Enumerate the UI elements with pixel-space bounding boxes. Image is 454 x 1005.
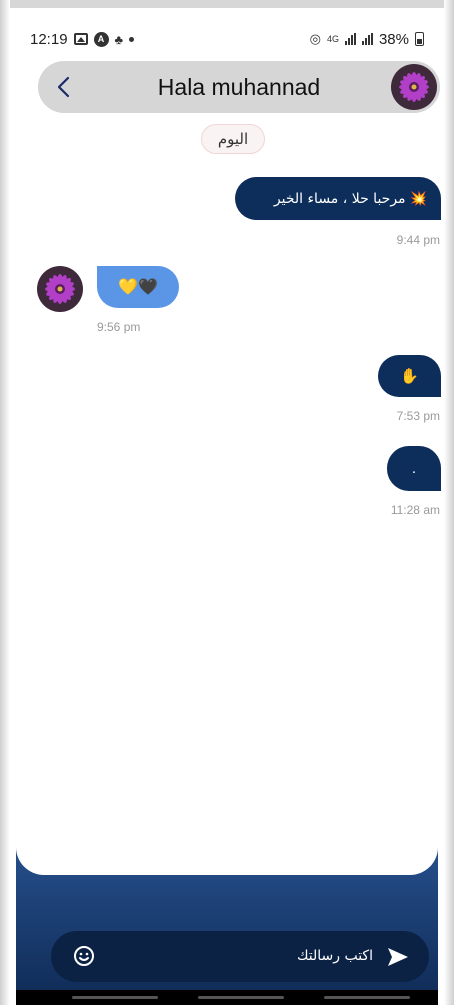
battery-percent: 38%	[378, 30, 409, 48]
nav-back-button[interactable]	[324, 996, 410, 999]
status-bar: 12:19 A ♣ ◎ 4G 38%	[30, 28, 424, 50]
smiley-icon	[74, 946, 94, 966]
message-bubble-outgoing[interactable]: ✋	[378, 355, 441, 397]
contact-avatar[interactable]	[391, 64, 437, 110]
send-button[interactable]	[385, 944, 411, 970]
hotspot-icon: ◎	[309, 31, 321, 46]
message-emoji: ✋	[400, 368, 419, 385]
chat-header: Hala muhannad	[38, 61, 440, 113]
message-input[interactable]: اكتب رسالتك	[297, 948, 373, 964]
message-time: 7:53 pm	[396, 409, 440, 423]
send-icon	[388, 948, 408, 966]
status-time: 12:19	[30, 30, 68, 48]
message-text: .	[411, 460, 417, 477]
signal-icon	[361, 33, 373, 45]
message-time: 9:56 pm	[97, 320, 141, 334]
message-composer[interactable]: اكتب رسالتك	[51, 931, 429, 982]
message-bubble-incoming[interactable]: 💛🖤	[97, 266, 179, 308]
notification-icon: ♣	[114, 31, 124, 47]
message-bubble-outgoing[interactable]: مرحبا حلا ، مساء الخير 💥	[235, 177, 441, 220]
message-emoji: 💥	[409, 190, 427, 207]
day-separator: اليوم	[201, 124, 265, 154]
flower-image	[391, 64, 437, 110]
message-text: مرحبا حلا ، مساء الخير	[273, 190, 406, 207]
frame-border	[444, 0, 454, 1005]
chat-screen: 12:19 A ♣ ◎ 4G 38% Hala muhannad اليوم م…	[0, 0, 454, 1005]
sender-avatar[interactable]	[37, 266, 83, 312]
battery-icon	[415, 32, 424, 46]
message-time: 9:44 pm	[396, 233, 440, 247]
app-notification-icon: A	[93, 31, 109, 47]
gallery-icon	[73, 33, 88, 45]
emoji-button[interactable]	[72, 944, 96, 968]
message-emoji: 💛🖤	[118, 279, 158, 296]
flower-image	[37, 266, 83, 312]
network-type-icon: 4G	[326, 34, 339, 44]
nav-home-button[interactable]	[198, 996, 284, 999]
navigation-bar	[16, 990, 438, 1005]
frame-border	[0, 0, 10, 1005]
chat-panel-edge	[16, 820, 438, 875]
message-time: 11:28 am	[390, 503, 440, 517]
contact-name: Hala muhannad	[157, 74, 321, 100]
frame-border	[0, 0, 454, 8]
more-notifications-icon	[129, 36, 135, 42]
signal-icon	[344, 33, 356, 45]
nav-recents-button[interactable]	[72, 996, 158, 999]
message-bubble-outgoing[interactable]: .	[387, 446, 441, 491]
